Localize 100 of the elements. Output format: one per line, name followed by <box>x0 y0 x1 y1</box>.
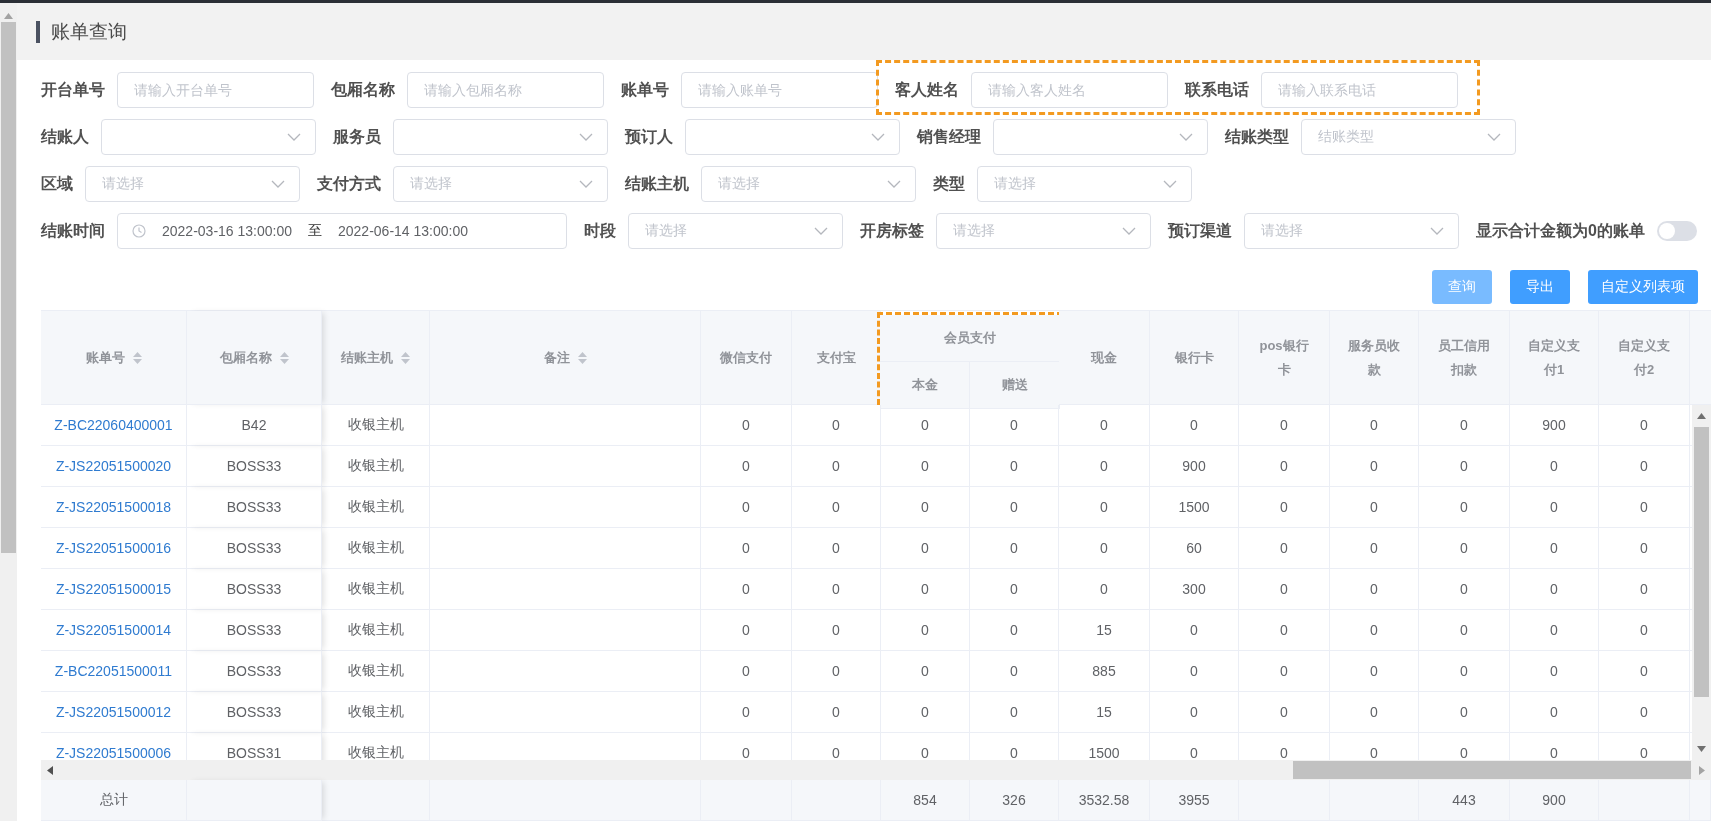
chevron-icon <box>271 180 285 188</box>
table-cell: 0 <box>792 610 881 651</box>
column-header: 服务员收款 <box>1330 311 1419 405</box>
scrollbar-thumb[interactable] <box>1694 427 1709 697</box>
dropdown-field[interactable]: 请选择 <box>936 213 1151 249</box>
action-button[interactable]: 自定义列表项 <box>1588 270 1698 304</box>
table-cell: 0 <box>1059 446 1150 487</box>
table-cell: 0 <box>792 446 881 487</box>
table-cell: 0 <box>1599 487 1690 528</box>
table-cell: 0 <box>1599 692 1690 733</box>
table-cell: 0 <box>1419 692 1510 733</box>
dropdown-field[interactable] <box>101 119 316 155</box>
table-cell: 0 <box>970 487 1059 528</box>
bill-number-link[interactable]: Z-JS22051500012 <box>41 692 187 733</box>
table-cell: 0 <box>1419 487 1510 528</box>
sort-icon[interactable] <box>577 350 587 365</box>
sort-icon[interactable] <box>401 350 410 365</box>
table-cell: 0 <box>1510 692 1599 733</box>
scroll-up-icon[interactable] <box>4 13 13 19</box>
dropdown-field[interactable]: 请选择 <box>85 166 300 202</box>
table-cell: 0 <box>701 446 792 487</box>
bill-number-link[interactable]: Z-JS22051500015 <box>41 569 187 610</box>
table-cell: 900 <box>1150 446 1239 487</box>
table-cell: 300 <box>1150 569 1239 610</box>
dropdown-field[interactable] <box>393 119 608 155</box>
horizontal-scrollbar[interactable] <box>41 760 1711 780</box>
column-header[interactable]: 包厢名称 <box>187 311 322 405</box>
column-header[interactable]: 结账主机 <box>322 311 430 405</box>
clock-icon <box>132 224 146 238</box>
table-cell: 0 <box>1330 651 1419 692</box>
sort-icon[interactable] <box>132 350 142 365</box>
total-cell <box>1690 780 1711 821</box>
table-cell: 0 <box>1330 610 1419 651</box>
text-input-field[interactable]: 请输入包厢名称 <box>407 72 604 108</box>
bill-number-link[interactable]: Z-BC22060400001 <box>41 405 187 446</box>
bill-number-link[interactable]: Z-JS22051500018 <box>41 487 187 528</box>
bill-number-link[interactable]: Z-JS22051500016 <box>41 528 187 569</box>
table-cell: 0 <box>792 405 881 446</box>
chevron-icon <box>1487 133 1501 141</box>
bill-number-link[interactable]: Z-BC22051500011 <box>41 651 187 692</box>
total-cell: 326 <box>970 780 1059 821</box>
table-cell: 0 <box>1510 569 1599 610</box>
column-header: 支付宝 <box>792 311 881 405</box>
table-cell: 0 <box>792 528 881 569</box>
toggle-switch[interactable] <box>1656 221 1697 241</box>
text-input-field[interactable]: 请输入账单号 <box>681 72 878 108</box>
date-range-field[interactable]: 2022-03-16 13:00:00 至 2022-06-14 13:00:00 <box>117 213 567 249</box>
scroll-down-icon[interactable] <box>1697 746 1706 752</box>
table-cell: 0 <box>881 446 970 487</box>
dropdown-field[interactable]: 请选择 <box>977 166 1192 202</box>
table-cell: 0 <box>1510 610 1599 651</box>
scroll-up-icon[interactable] <box>1697 413 1706 419</box>
table-cell: 0 <box>1239 487 1330 528</box>
dropdown-field[interactable]: 请选择 <box>393 166 608 202</box>
column-header: 自定义支付1 <box>1510 311 1599 405</box>
text-input-field[interactable]: 请输入客人姓名 <box>971 72 1168 108</box>
table-cell: 0 <box>1330 405 1419 446</box>
table-cell: 0 <box>1239 405 1330 446</box>
table-cell: BOSS33 <box>187 610 322 651</box>
scrollbar-thumb[interactable] <box>1293 761 1691 779</box>
bill-number-link[interactable]: Z-JS22051500020 <box>41 446 187 487</box>
dropdown-field[interactable] <box>993 119 1208 155</box>
table-cell: 900 <box>1510 405 1599 446</box>
table-cell: 收银主机 <box>322 405 430 446</box>
chevron-icon <box>887 180 901 188</box>
table-cell: 0 <box>1510 487 1599 528</box>
dropdown-field[interactable]: 请选择 <box>1244 213 1459 249</box>
field-label: 结账时间 <box>41 220 105 241</box>
table-cell: 0 <box>1150 651 1239 692</box>
scroll-right-icon[interactable] <box>1699 765 1705 775</box>
dropdown-field[interactable]: 请选择 <box>701 166 916 202</box>
bill-number-link[interactable]: Z-JS22051500014 <box>41 610 187 651</box>
action-button[interactable]: 导出 <box>1510 270 1570 304</box>
table-cell: 0 <box>970 610 1059 651</box>
total-cell: 443 <box>1419 780 1510 821</box>
total-cell: 3955 <box>1150 780 1239 821</box>
text-input-field[interactable]: 请输入开台单号 <box>117 72 314 108</box>
chevron-icon <box>871 133 885 141</box>
text-input-field[interactable]: 请输入联系电话 <box>1261 72 1458 108</box>
field-label: 预订渠道 <box>1168 220 1232 241</box>
table-cell: BOSS33 <box>187 651 322 692</box>
table-cell: 0 <box>701 651 792 692</box>
table-cell: 0 <box>1599 405 1690 446</box>
sort-icon[interactable] <box>279 350 289 365</box>
column-header[interactable]: 账单号 <box>41 311 187 405</box>
chevron-icon <box>1430 227 1444 235</box>
field-label: 时段 <box>584 220 616 241</box>
dropdown-field[interactable]: 请选择 <box>628 213 843 249</box>
column-header[interactable]: 备注 <box>430 311 701 405</box>
vertical-scrollbar[interactable] <box>1692 405 1711 760</box>
total-cell: 900 <box>1510 780 1599 821</box>
dropdown-field[interactable]: 结账类型 <box>1301 119 1516 155</box>
table-cell: 0 <box>1419 651 1510 692</box>
table-cell: 0 <box>970 446 1059 487</box>
dropdown-field[interactable] <box>685 119 900 155</box>
table-cell: 0 <box>701 405 792 446</box>
scrollbar-thumb[interactable] <box>1 22 16 553</box>
column-header: 员工信用扣款 <box>1419 311 1510 405</box>
scroll-left-icon[interactable] <box>47 765 53 775</box>
table-cell: 0 <box>701 528 792 569</box>
